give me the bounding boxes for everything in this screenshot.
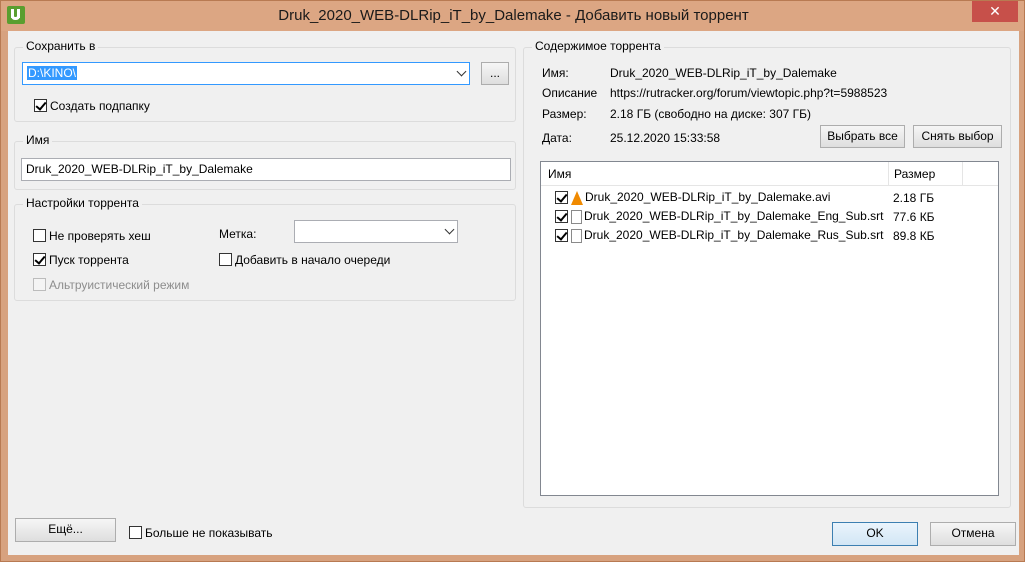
document-icon (571, 209, 582, 224)
start-torrent-label: Пуск торрента (49, 252, 129, 267)
file-name: Druk_2020_WEB-DLRip_iT_by_Dalemake.avi (585, 190, 831, 204)
torrent-name-input[interactable]: Druk_2020_WEB-DLRip_iT_by_Dalemake (21, 158, 511, 181)
skip-hash-check-icon[interactable] (33, 229, 46, 243)
title-bar[interactable]: Druk_2020_WEB-DLRip_iT_by_Dalemake - Доб… (1, 1, 1024, 31)
altruistic-mode-label: Альтруистический режим (49, 277, 190, 292)
start-torrent-check-icon[interactable] (33, 253, 46, 267)
column-separator[interactable] (962, 162, 963, 186)
file-name: Druk_2020_WEB-DLRip_iT_by_Dalemake_Rus_S… (584, 228, 884, 242)
dont-show-again-check-icon[interactable] (129, 526, 142, 540)
label-caption: Метка: (219, 227, 257, 241)
window-title: Druk_2020_WEB-DLRip_iT_by_Dalemake - Доб… (278, 7, 749, 24)
file-check-icon[interactable] (555, 191, 568, 205)
ok-button[interactable]: OK (832, 522, 918, 546)
file-size: 77.6 КБ (893, 210, 935, 224)
file-check-icon[interactable] (555, 210, 568, 224)
skip-hash-checkbox[interactable]: Не проверять хеш (33, 228, 151, 244)
file-list-header: Имя Размер (541, 162, 998, 186)
skip-hash-label: Не проверять хеш (49, 228, 151, 243)
file-list[interactable]: Имя Размер Druk_2020_WEB-DLRip_iT_by_Dal… (540, 161, 999, 496)
description-value: https://rutracker.org/forum/viewtopic.ph… (610, 86, 888, 100)
column-header-size[interactable]: Размер (894, 167, 935, 181)
add-to-top-checkbox[interactable]: Добавить в начало очереди (219, 252, 390, 268)
chevron-down-icon[interactable] (444, 224, 455, 235)
document-icon (571, 228, 582, 243)
file-size: 89.8 КБ (893, 229, 935, 243)
dont-show-again-checkbox[interactable]: Больше не показывать (129, 525, 273, 541)
column-header-name[interactable]: Имя (548, 167, 571, 181)
file-row[interactable]: Druk_2020_WEB-DLRip_iT_by_Dalemake_Eng_S… (541, 207, 998, 226)
add-to-top-label: Добавить в начало очереди (235, 252, 391, 267)
select-all-button[interactable]: Выбрать все (820, 125, 905, 148)
close-button[interactable]: ✕ (972, 1, 1018, 22)
save-path-combobox[interactable]: D:\KINO\ (22, 62, 470, 85)
cancel-button[interactable]: Отмена (930, 522, 1016, 546)
more-button[interactable]: Ещё... (15, 518, 116, 542)
date-label: Дата: (542, 131, 572, 145)
size-value: 2.18 ГБ (свободно на диске: 307 ГБ) (610, 107, 812, 121)
deselect-all-button[interactable]: Снять выбор (913, 125, 1002, 148)
save-in-group: Сохранить в D:\KINO\ ... Создать подпапк… (14, 39, 516, 122)
contents-name-value: Druk_2020_WEB-DLRip_iT_by_Dalemake (610, 66, 837, 80)
file-size: 2.18 ГБ (893, 191, 935, 205)
torrent-contents-label: Содержимое торрента (532, 39, 664, 53)
create-subfolder-check-icon[interactable] (34, 99, 47, 113)
label-combobox[interactable] (294, 220, 458, 243)
dont-show-again-label: Больше не показывать (145, 525, 273, 540)
torrent-contents-group: Содержимое торрента Имя: Druk_2020_WEB-D… (523, 39, 1011, 508)
file-check-icon[interactable] (555, 229, 568, 243)
file-name: Druk_2020_WEB-DLRip_iT_by_Dalemake_Eng_S… (584, 209, 884, 223)
browse-button[interactable]: ... (481, 62, 509, 85)
size-label: Размер: (542, 107, 587, 121)
chevron-down-icon[interactable] (456, 66, 467, 77)
altruistic-mode-check-icon (33, 278, 46, 292)
start-torrent-checkbox[interactable]: Пуск торрента (33, 252, 129, 268)
vlc-icon (571, 190, 583, 205)
altruistic-mode-checkbox: Альтруистический режим (33, 277, 189, 293)
description-label: Описание (542, 86, 598, 100)
file-row[interactable]: Druk_2020_WEB-DLRip_iT_by_Dalemake.avi 2… (541, 188, 998, 207)
torrent-settings-label: Настройки торрента (23, 196, 142, 210)
create-subfolder-checkbox[interactable]: Создать подпапку (34, 98, 150, 114)
add-to-top-check-icon[interactable] (219, 253, 232, 267)
create-subfolder-label: Создать подпапку (50, 98, 150, 113)
add-torrent-dialog: Druk_2020_WEB-DLRip_iT_by_Dalemake - Доб… (0, 0, 1025, 562)
torrent-settings-group: Настройки торрента Не проверять хеш Пуск… (14, 196, 516, 301)
date-value: 25.12.2020 15:33:58 (610, 131, 721, 145)
column-separator[interactable] (888, 162, 889, 186)
file-row[interactable]: Druk_2020_WEB-DLRip_iT_by_Dalemake_Rus_S… (541, 226, 998, 245)
name-label: Имя (23, 133, 53, 147)
contents-name-label: Имя: (542, 66, 569, 80)
name-group: Имя Druk_2020_WEB-DLRip_iT_by_Dalemake (14, 133, 516, 190)
dialog-body: Сохранить в D:\KINO\ ... Создать подпапк… (8, 31, 1019, 555)
save-in-label: Сохранить в (23, 39, 99, 53)
save-path-value: D:\KINO\ (27, 66, 78, 80)
